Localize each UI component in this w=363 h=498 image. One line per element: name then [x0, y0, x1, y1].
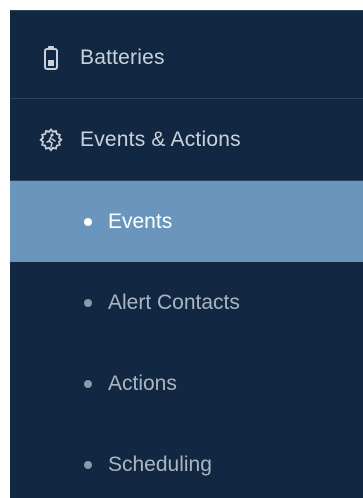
- sidebar-subitem-scheduling[interactable]: Scheduling: [10, 424, 363, 498]
- sidebar-item-batteries[interactable]: Batteries: [10, 18, 363, 99]
- sidebar-subitem-label: Scheduling: [108, 452, 212, 476]
- sidebar-item-events-actions[interactable]: Events & Actions: [10, 100, 363, 181]
- sidebar-subitem-alert-contacts[interactable]: Alert Contacts: [10, 262, 363, 343]
- bullet-icon: [84, 217, 92, 226]
- bullet-icon: [84, 379, 92, 388]
- battery-icon: [38, 45, 64, 71]
- sidebar-subitem-actions[interactable]: Actions: [10, 343, 363, 424]
- sidebar-nav: Batteries Events & Actions Events Alert …: [10, 10, 363, 498]
- sidebar-subitem-events[interactable]: Events: [10, 181, 363, 262]
- sidebar-subitem-label: Alert Contacts: [108, 290, 240, 314]
- bullet-icon: [84, 460, 92, 469]
- bullet-icon: [84, 298, 92, 307]
- sidebar-item-label: Batteries: [80, 46, 165, 69]
- gear-runner-icon: [38, 127, 64, 153]
- top-divider: [10, 10, 363, 11]
- sidebar-subitem-label: Events: [108, 209, 173, 233]
- sidebar-subitem-label: Actions: [108, 371, 177, 395]
- sidebar-item-label: Events & Actions: [80, 128, 241, 151]
- screenshot-frame: Batteries Events & Actions Events Alert …: [0, 0, 363, 498]
